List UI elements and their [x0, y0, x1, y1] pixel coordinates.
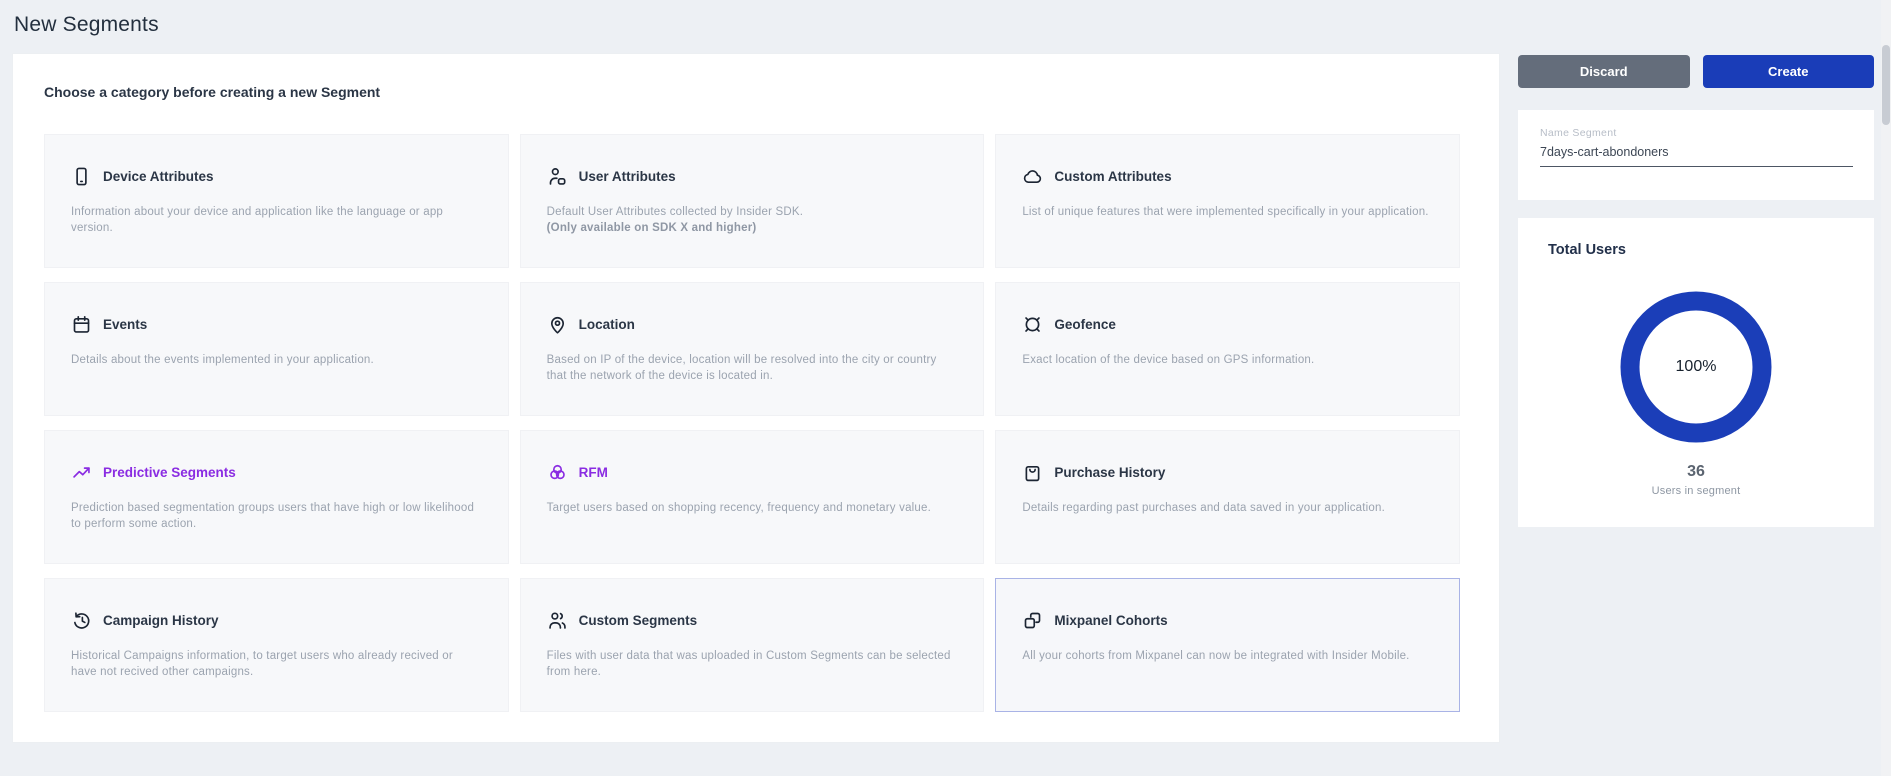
users-icon: [547, 610, 568, 631]
category-label: User Attributes: [579, 169, 676, 184]
category-desc: List of unique features that were implem…: [1022, 204, 1433, 220]
category-card-mixpanel-cohorts[interactable]: Mixpanel Cohorts All your cohorts from M…: [995, 578, 1460, 712]
category-label: Device Attributes: [103, 169, 214, 184]
users-caption: Users in segment: [1518, 485, 1874, 497]
category-label: Mixpanel Cohorts: [1054, 613, 1167, 628]
users-count: 36: [1518, 463, 1874, 481]
category-card-campaign-history[interactable]: Campaign History Historical Campaigns in…: [44, 578, 509, 712]
transfer-squares-icon: [1022, 610, 1043, 631]
category-label: Purchase History: [1054, 465, 1165, 480]
category-card-location[interactable]: Location Based on IP of the device, loca…: [520, 282, 985, 416]
category-grid: Device Attributes Information about your…: [44, 134, 1460, 712]
geofence-target-icon: [1022, 314, 1043, 335]
category-card-predictive-segments[interactable]: Predictive Segments Prediction based seg…: [44, 430, 509, 564]
category-desc: Exact location of the device based on GP…: [1022, 352, 1433, 368]
shopping-bag-icon: [1022, 462, 1043, 483]
category-label: Events: [103, 317, 147, 332]
cloud-icon: [1022, 166, 1043, 187]
category-desc: All your cohorts from Mixpanel can now b…: [1022, 648, 1433, 664]
category-desc-note: (Only available on SDK X and higher): [547, 220, 958, 236]
users-donut-chart: 100%: [1613, 284, 1779, 450]
create-button[interactable]: Create: [1703, 55, 1875, 88]
smartphone-icon: [71, 166, 92, 187]
total-users-card: Total Users 100% 36 Users in segment: [1518, 218, 1874, 527]
category-card-geofence[interactable]: Geofence Exact location of the device ba…: [995, 282, 1460, 416]
category-card-device-attributes[interactable]: Device Attributes Information about your…: [44, 134, 509, 268]
category-card-custom-segments[interactable]: Custom Segments Files with user data tha…: [520, 578, 985, 712]
category-label: Campaign History: [103, 613, 219, 628]
discard-button[interactable]: Discard: [1518, 55, 1690, 88]
trending-up-icon: [71, 462, 92, 483]
scrollbar-thumb[interactable]: [1882, 45, 1890, 125]
category-card-custom-attributes[interactable]: Custom Attributes List of unique feature…: [995, 134, 1460, 268]
category-desc: Information about your device and applic…: [71, 204, 482, 236]
category-card-purchase-history[interactable]: Purchase History Details regarding past …: [995, 430, 1460, 564]
category-desc: Based on IP of the device, location will…: [547, 352, 958, 384]
category-desc: Details regarding past purchases and dat…: [1022, 500, 1433, 516]
calendar-icon: [71, 314, 92, 335]
total-users-title: Total Users: [1548, 242, 1626, 258]
venn-circles-icon: [547, 462, 568, 483]
category-label: Predictive Segments: [103, 465, 236, 480]
category-desc: Target users based on shopping recency, …: [547, 500, 958, 516]
user-card-icon: [547, 166, 568, 187]
category-desc: Details about the events implemented in …: [71, 352, 482, 368]
category-label: Location: [579, 317, 635, 332]
category-panel: Choose a category before creating a new …: [12, 53, 1500, 743]
map-pin-icon: [547, 314, 568, 335]
category-label: RFM: [579, 465, 608, 480]
donut-percent-label: 100%: [1613, 284, 1779, 450]
category-label: Custom Segments: [579, 613, 698, 628]
page-title: New Segments: [14, 13, 159, 37]
category-card-rfm[interactable]: RFM Target users based on shopping recen…: [520, 430, 985, 564]
category-card-user-attributes[interactable]: User Attributes Default User Attributes …: [520, 134, 985, 268]
name-segment-input[interactable]: [1540, 143, 1853, 167]
category-label: Geofence: [1054, 317, 1116, 332]
category-card-events[interactable]: Events Details about the events implemen…: [44, 282, 509, 416]
category-label: Custom Attributes: [1054, 169, 1171, 184]
category-desc: Default User Attributes collected by Ins…: [547, 204, 958, 220]
action-buttons: Discard Create: [1518, 55, 1874, 88]
category-desc: Prediction based segmentation groups use…: [71, 500, 482, 532]
history-clock-icon: [71, 610, 92, 631]
category-desc: Historical Campaigns information, to tar…: [71, 648, 482, 680]
name-segment-label: Name Segment: [1540, 127, 1617, 139]
scrollbar[interactable]: [1881, 0, 1891, 776]
name-segment-card: Name Segment: [1518, 110, 1874, 200]
category-desc: Files with user data that was uploaded i…: [547, 648, 958, 680]
panel-heading: Choose a category before creating a new …: [44, 84, 380, 100]
